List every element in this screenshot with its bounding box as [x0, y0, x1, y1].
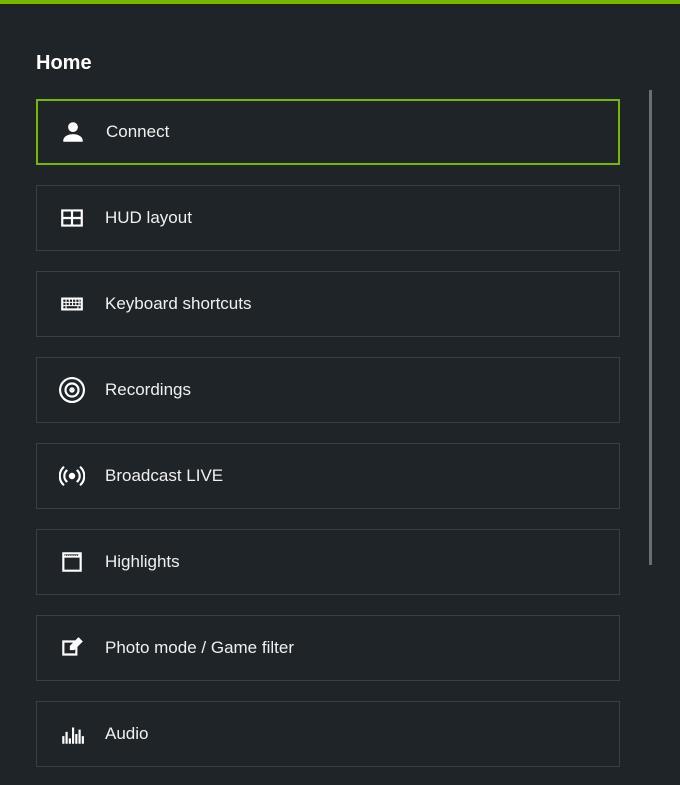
keyboard-icon — [59, 291, 85, 317]
broadcast-icon — [59, 463, 85, 489]
list-item-highlights[interactable]: Highlights — [36, 529, 620, 595]
list-item-label: Audio — [105, 724, 148, 744]
list-item-label: Highlights — [105, 552, 180, 572]
list-item-label: Connect — [106, 122, 169, 142]
list-item-connect[interactable]: Connect — [36, 99, 620, 165]
list-item-recordings[interactable]: Recordings — [36, 357, 620, 423]
list-item-audio[interactable]: Audio — [36, 701, 620, 767]
highlights-icon — [59, 549, 85, 575]
list-item-keyboard-shortcuts[interactable]: Keyboard shortcuts — [36, 271, 620, 337]
audio-icon — [59, 721, 85, 747]
user-icon — [60, 119, 86, 145]
list-item-label: Photo mode / Game filter — [105, 638, 294, 658]
page-title: Home — [36, 52, 644, 75]
settings-list: Connect HUD layout Keyboard shortcuts Re… — [36, 99, 644, 767]
list-item-label: Keyboard shortcuts — [105, 294, 251, 314]
scrollbar[interactable] — [649, 90, 652, 565]
content-area: Home Connect HUD layout Keyboard shortcu… — [0, 4, 680, 767]
list-item-broadcast-live[interactable]: Broadcast LIVE — [36, 443, 620, 509]
list-item-label: Recordings — [105, 380, 191, 400]
list-item-hud-layout[interactable]: HUD layout — [36, 185, 620, 251]
list-item-label: HUD layout — [105, 208, 192, 228]
list-item-photo-mode[interactable]: Photo mode / Game filter — [36, 615, 620, 681]
recordings-icon — [59, 377, 85, 403]
list-item-label: Broadcast LIVE — [105, 466, 223, 486]
photo-mode-icon — [59, 635, 85, 661]
hud-layout-icon — [59, 205, 85, 231]
